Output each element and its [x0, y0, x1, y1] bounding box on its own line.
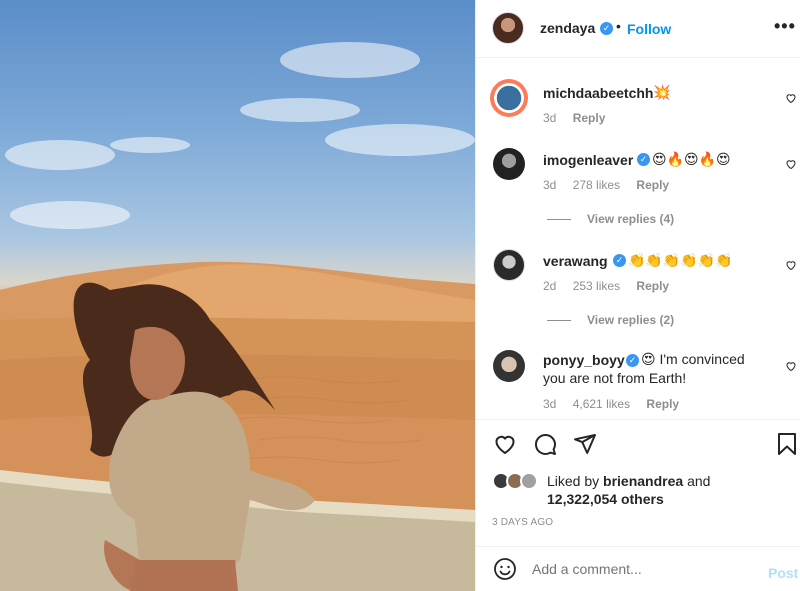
liker-avatar: [520, 472, 538, 490]
commenter-avatar[interactable]: [493, 350, 525, 382]
verified-badge-icon: ✓: [613, 254, 626, 267]
comment-username[interactable]: ponyy_boyy: [543, 352, 625, 368]
verified-badge-icon: ✓: [626, 354, 639, 367]
post-comment-button[interactable]: Post: [768, 565, 798, 581]
view-replies-label: View replies (4): [587, 212, 675, 226]
liked-by-prefix: Liked by: [547, 473, 600, 489]
comment-meta: 2d 253 likes Reply: [543, 279, 682, 293]
smiley-icon[interactable]: [493, 557, 517, 581]
comment-username[interactable]: michdaabeetchh: [543, 85, 653, 101]
desert-portrait-photo: [0, 42, 475, 591]
reply-button[interactable]: Reply: [636, 178, 669, 192]
comment-text: 😍🔥😍🔥😍: [652, 151, 731, 167]
comment-time: 3d: [543, 397, 557, 411]
comments-list[interactable]: michdaabeetchh 💥 3d Reply imogenleaver ✓…: [476, 59, 800, 419]
share-icon[interactable]: [573, 432, 597, 456]
comment-input[interactable]: [532, 561, 752, 577]
reply-button[interactable]: Reply: [573, 111, 606, 125]
commenter-avatar[interactable]: [493, 148, 525, 180]
comment-username[interactable]: imogenleaver: [543, 152, 633, 168]
comment-username[interactable]: verawang: [543, 253, 608, 269]
commenter-avatar[interactable]: [493, 249, 525, 281]
comment-time: 3d: [543, 111, 557, 125]
comment-icon[interactable]: [533, 432, 557, 456]
post-side-panel: zendaya ✓ • Follow ••• michdaabeetchh 💥 …: [475, 0, 800, 591]
divider-line: [547, 219, 571, 221]
post-photo[interactable]: [0, 0, 475, 591]
follow-button[interactable]: Follow: [627, 21, 671, 37]
reply-button[interactable]: Reply: [646, 397, 679, 411]
more-options-icon[interactable]: •••: [774, 16, 796, 37]
comment-like-heart-icon[interactable]: [785, 360, 797, 372]
divider-line: [547, 320, 571, 322]
comment-meta: 3d Reply: [543, 111, 618, 125]
verified-badge-icon: ✓: [600, 22, 613, 35]
comment-time: 2d: [543, 279, 557, 293]
post-timestamp[interactable]: 3 DAYS AGO: [492, 517, 553, 528]
liked-by-and: and: [687, 473, 711, 489]
comment-likes[interactable]: 253 likes: [573, 279, 620, 293]
comment-like-heart-icon[interactable]: [785, 158, 797, 170]
view-replies-button[interactable]: View replies (4): [547, 212, 674, 226]
liked-by-user[interactable]: brienandrea: [603, 473, 683, 489]
post-header: zendaya ✓ • Follow •••: [476, 0, 800, 58]
view-replies-label: View replies (2): [587, 313, 675, 327]
commenter-avatar[interactable]: [490, 79, 528, 117]
author-avatar[interactable]: [492, 12, 524, 44]
comment-like-heart-icon[interactable]: [785, 92, 797, 104]
comment-likes[interactable]: 278 likes: [573, 178, 620, 192]
bookmark-icon[interactable]: [776, 432, 798, 456]
comment-likes[interactable]: 4,621 likes: [573, 397, 630, 411]
separator-dot: •: [616, 18, 621, 34]
comment-text-line1: 😍 I'm convinced: [641, 351, 745, 367]
comment-meta: 3d 278 likes Reply: [543, 178, 682, 192]
comment-like-heart-icon[interactable]: [785, 259, 797, 271]
author-username[interactable]: zendaya: [540, 20, 595, 36]
add-comment-bar: Post: [476, 546, 800, 591]
comment-meta: 3d 4,621 likes Reply: [543, 397, 692, 411]
comment-text: 💥: [653, 84, 671, 100]
view-replies-button[interactable]: View replies (2): [547, 313, 674, 327]
liked-by-text: Liked by brienandrea and 12,322,054 othe…: [547, 472, 710, 508]
reply-button[interactable]: Reply: [636, 279, 669, 293]
comment-time: 3d: [543, 178, 557, 192]
verified-badge-icon: ✓: [637, 153, 650, 166]
comment-text-line2: you are not from Earth!: [543, 370, 687, 386]
heart-icon[interactable]: [493, 432, 517, 456]
post-actions: Liked by brienandrea and 12,322,054 othe…: [476, 419, 800, 545]
comment-text: 👏👏👏👏👏👏: [628, 252, 733, 268]
likes-count[interactable]: 12,322,054 others: [547, 491, 664, 507]
